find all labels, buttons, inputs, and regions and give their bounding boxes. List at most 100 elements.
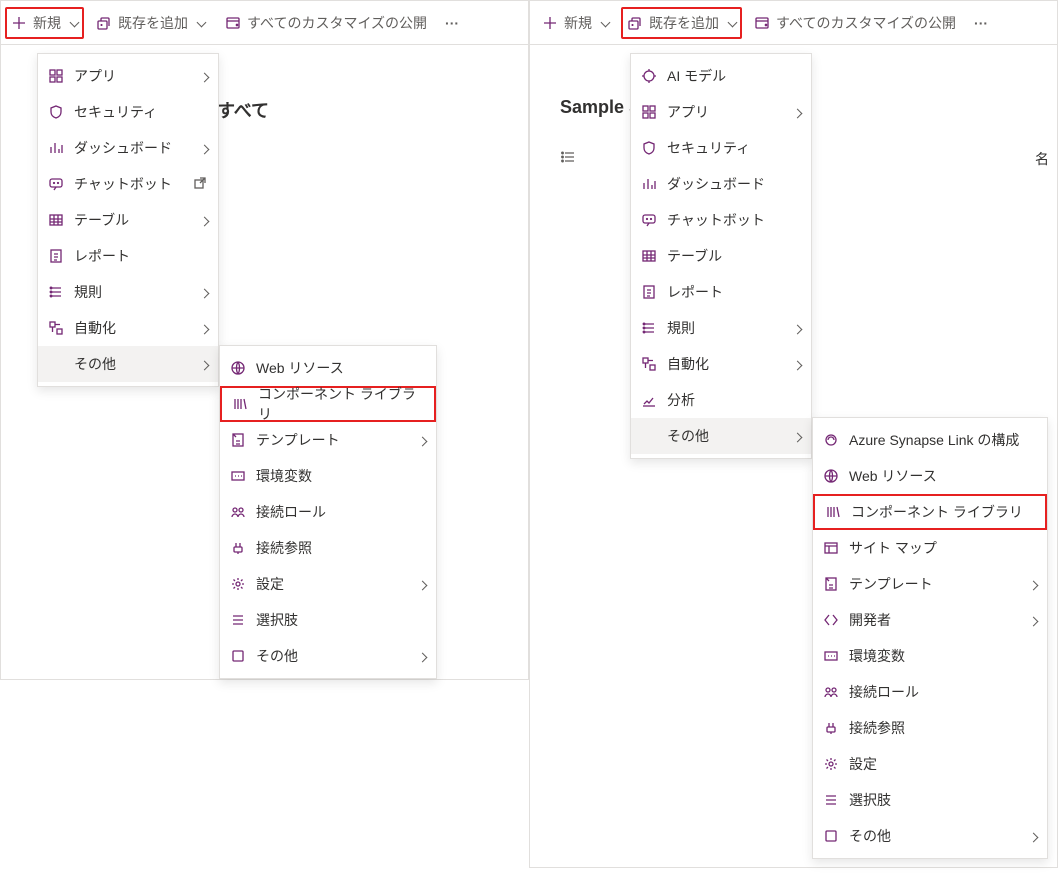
connrole-icon	[230, 504, 246, 520]
menu-item-security[interactable]: セキュリティ	[38, 94, 218, 130]
menu-item-envvar[interactable]: 環境変数	[813, 638, 1047, 674]
add-existing-button[interactable]: 既存を追加	[88, 7, 213, 39]
new-other-submenu: Web リソースコンポーネント ライブラリテンプレート環境変数接続ロール接続参照…	[219, 345, 437, 679]
menu-item-webres[interactable]: Web リソース	[220, 350, 436, 386]
menu-item-auto[interactable]: 自動化	[38, 310, 218, 346]
chevron-right-icon	[201, 320, 208, 336]
menu-item-label: Azure Synapse Link の構成	[849, 430, 1019, 450]
new-button[interactable]: 新規	[534, 7, 617, 39]
menu-item-choice[interactable]: 選択肢	[813, 782, 1047, 818]
shield-icon	[641, 140, 657, 156]
menu-item-rule[interactable]: 規則	[38, 274, 218, 310]
publish-all-button[interactable]: すべてのカスタマイズの公開	[217, 7, 435, 39]
bg-sample-label: Sample S	[560, 97, 641, 118]
menu-item-report[interactable]: レポート	[631, 274, 811, 310]
menu-item-other[interactable]: その他	[38, 346, 218, 382]
other-icon	[823, 828, 839, 844]
menu-item-label: チャットボット	[74, 174, 172, 194]
menu-item-complib[interactable]: コンポーネント ライブラリ	[813, 494, 1047, 530]
menu-item-sitemap[interactable]: サイト マップ	[813, 530, 1047, 566]
menu-item-connref[interactable]: 接続参照	[813, 710, 1047, 746]
menu-item-chatbot[interactable]: チャットボット	[631, 202, 811, 238]
chevron-down-icon	[725, 15, 736, 31]
menu-item-security[interactable]: セキュリティ	[631, 130, 811, 166]
menu-item-connref[interactable]: 接続参照	[220, 530, 436, 566]
add-existing-icon	[96, 15, 112, 31]
menu-item-label: 自動化	[74, 318, 116, 338]
more-button[interactable]: ···	[439, 15, 465, 31]
chevron-right-icon	[201, 68, 208, 84]
publish-all-button[interactable]: すべてのカスタマイズの公開	[746, 7, 964, 39]
menu-item-setting[interactable]: 設定	[220, 566, 436, 602]
menu-item-setting[interactable]: 設定	[813, 746, 1047, 782]
menu-item-report[interactable]: レポート	[38, 238, 218, 274]
envvar-icon	[823, 648, 839, 664]
menu-item-other[interactable]: その他	[220, 638, 436, 674]
menu-item-rule[interactable]: 規則	[631, 310, 811, 346]
add-existing-button[interactable]: 既存を追加	[621, 7, 742, 39]
add-existing-icon	[627, 15, 643, 31]
menu-item-dashboard[interactable]: ダッシュボード	[631, 166, 811, 202]
envvar-icon	[230, 468, 246, 484]
menu-item-table[interactable]: テーブル	[38, 202, 218, 238]
menu-item-connrole[interactable]: 接続ロール	[813, 674, 1047, 710]
chevron-right-icon	[419, 432, 426, 448]
menu-item-dashboard[interactable]: ダッシュボード	[38, 130, 218, 166]
menu-item-label: 設定	[849, 754, 877, 774]
menu-item-connrole[interactable]: 接続ロール	[220, 494, 436, 530]
chevron-right-icon	[794, 104, 801, 120]
menu-item-label: Web リソース	[849, 466, 937, 486]
menu-item-analytics[interactable]: 分析	[631, 382, 811, 418]
chevron-right-icon	[794, 356, 801, 372]
open-external-icon	[192, 175, 208, 194]
menu-item-label: 規則	[667, 318, 695, 338]
menu-item-label: 自動化	[667, 354, 709, 374]
menu-item-label: その他	[849, 826, 891, 846]
menu-item-label: 選択肢	[256, 610, 298, 630]
synapse-icon	[823, 432, 839, 448]
publish-icon	[754, 15, 770, 31]
menu-item-table[interactable]: テーブル	[631, 238, 811, 274]
menu-item-app[interactable]: アプリ	[38, 58, 218, 94]
chevron-down-icon	[598, 15, 609, 31]
table-icon	[48, 212, 64, 228]
menu-item-complib[interactable]: コンポーネント ライブラリ	[220, 386, 436, 422]
menu-item-synapse[interactable]: Azure Synapse Link の構成	[813, 422, 1047, 458]
menu-item-choice[interactable]: 選択肢	[220, 602, 436, 638]
chatbot-icon	[48, 176, 64, 192]
new-button[interactable]: 新規	[5, 7, 84, 39]
right-panel: 新規 既存を追加 すべてのカスタマイズの公開 ··· Sample S 名 AI…	[529, 0, 1058, 868]
other-icon	[230, 648, 246, 664]
add-existing-label: 既存を追加	[118, 13, 188, 33]
menu-item-label: セキュリティ	[667, 138, 750, 158]
library-icon	[825, 504, 841, 520]
more-button[interactable]: ···	[968, 15, 994, 31]
chevron-right-icon	[794, 320, 801, 336]
bg-all-label: すべて	[217, 97, 269, 123]
menu-item-aimodel[interactable]: AI モデル	[631, 58, 811, 94]
menu-item-label: AI モデル	[667, 66, 726, 86]
menu-item-envvar[interactable]: 環境変数	[220, 458, 436, 494]
menu-item-app[interactable]: アプリ	[631, 94, 811, 130]
chevron-right-icon	[1030, 576, 1037, 592]
menu-item-chatbot[interactable]: チャットボット	[38, 166, 218, 202]
analytics-icon	[641, 392, 657, 408]
column-header-name: 名	[1035, 149, 1049, 169]
menu-item-dev[interactable]: 開発者	[813, 602, 1047, 638]
menu-item-label: チャットボット	[667, 210, 765, 230]
automation-icon	[641, 356, 657, 372]
connref-icon	[823, 720, 839, 736]
menu-item-auto[interactable]: 自動化	[631, 346, 811, 382]
app-icon	[641, 104, 657, 120]
menu-item-template[interactable]: テンプレート	[220, 422, 436, 458]
new-button-label: 新規	[33, 13, 61, 33]
chevron-right-icon	[419, 648, 426, 664]
chevron-right-icon	[201, 212, 208, 228]
menu-item-webres[interactable]: Web リソース	[813, 458, 1047, 494]
menu-item-other[interactable]: その他	[813, 818, 1047, 854]
chevron-right-icon	[201, 356, 208, 372]
choice-icon	[230, 612, 246, 628]
list-icon[interactable]	[560, 149, 576, 165]
menu-item-other[interactable]: その他	[631, 418, 811, 454]
menu-item-template[interactable]: テンプレート	[813, 566, 1047, 602]
